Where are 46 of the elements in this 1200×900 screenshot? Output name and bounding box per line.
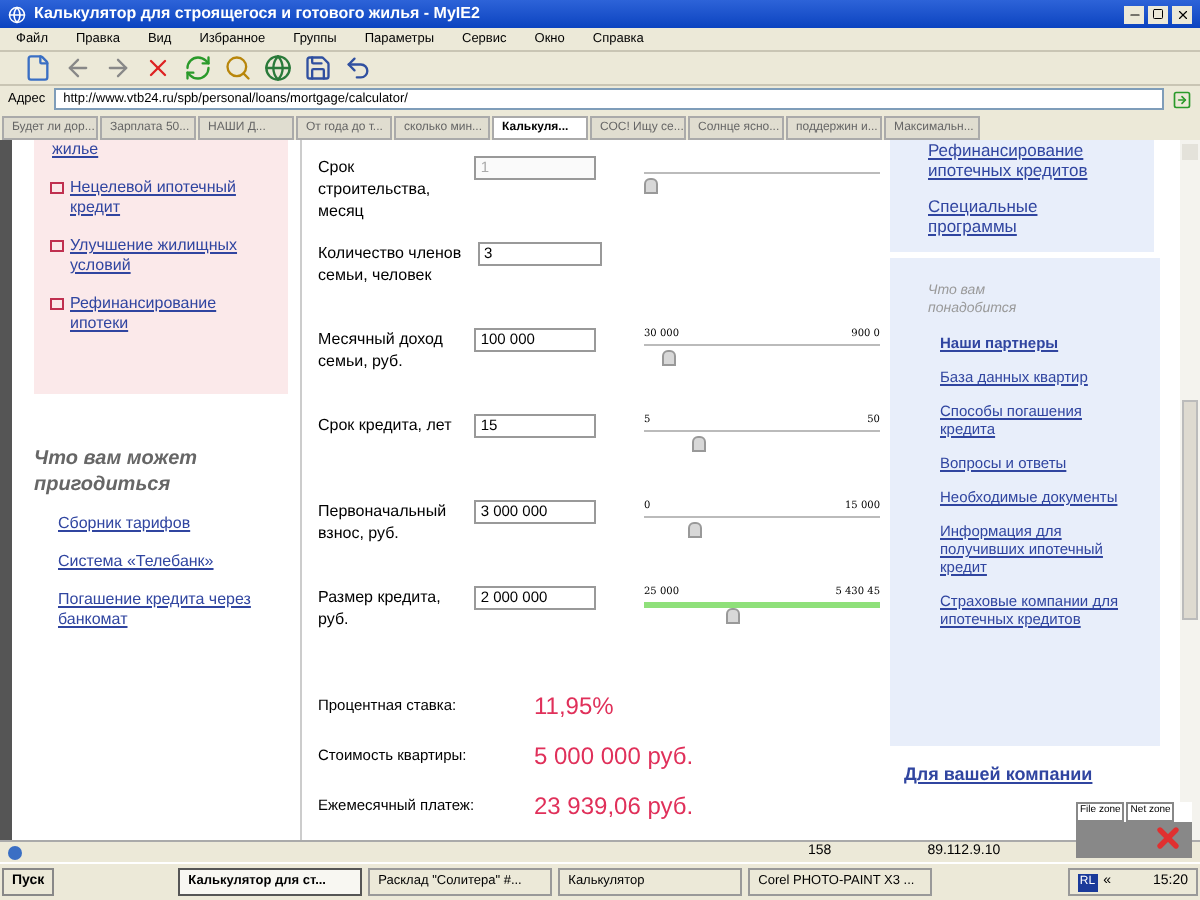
nav-link[interactable]: жилье [52, 140, 99, 160]
go-icon[interactable] [1172, 89, 1192, 109]
window-title: Калькулятор для строящегося и готового жилья - MyIE2 [34, 2, 480, 26]
minimize-button[interactable] [1124, 5, 1144, 23]
save-icon[interactable] [304, 54, 332, 82]
result-value: 5 000 000 руб. [534, 740, 694, 774]
search-icon[interactable] [224, 54, 252, 82]
result-value: 23 939,06 руб. [534, 790, 694, 824]
slider-thumb[interactable] [726, 608, 741, 624]
field-label: Месячный доход семьи, руб. [318, 328, 445, 372]
nav-link[interactable]: Рефинансирование ипотеки [70, 294, 260, 334]
field-label: Срок кредита, лет [318, 414, 454, 436]
company-link[interactable]: Для вашей компании [904, 762, 1160, 789]
app-icon [8, 5, 26, 23]
undo-icon[interactable] [344, 54, 372, 82]
scrollbar[interactable] [1180, 140, 1200, 840]
maximize-icon [1152, 8, 1164, 20]
forward-icon[interactable] [104, 54, 132, 82]
window-icon [50, 182, 64, 194]
useful-link[interactable]: Погашение кредита через банкомат [58, 590, 288, 630]
slider-thumb[interactable] [692, 436, 707, 452]
field-label: Первоначальный взнос, руб. [318, 500, 449, 544]
result-value: 11,95% [534, 690, 614, 724]
field-label: Размер кредита, руб. [318, 586, 443, 630]
stop-icon[interactable] [144, 54, 172, 82]
field-label: Срок строительства, месяц [318, 156, 433, 222]
slider-thumb[interactable] [688, 522, 703, 538]
close-icon [1175, 7, 1189, 21]
nav-link[interactable]: Рефинансирование ипотечных кредитов [928, 140, 1116, 180]
nav-link[interactable]: Специальные программы [928, 196, 1116, 236]
field-label: Количество членов семьи, человек [318, 242, 464, 286]
close-button[interactable] [1172, 5, 1192, 23]
globe-icon[interactable] [264, 54, 292, 82]
window-icon [50, 240, 64, 252]
useful-link[interactable]: Сборник тарифов [58, 514, 288, 534]
nav-link[interactable]: Нецелевой ипотечный кредит [70, 178, 260, 218]
page-status-icon [8, 845, 22, 859]
new-page-icon[interactable] [24, 54, 52, 82]
refresh-icon[interactable] [184, 54, 212, 82]
nav-link[interactable]: Улучшение жилищных условий [70, 236, 260, 276]
slider-thumb[interactable] [661, 350, 676, 366]
window-icon [50, 298, 64, 310]
maximize-button[interactable] [1148, 5, 1168, 23]
back-icon[interactable] [64, 54, 92, 82]
section-heading: Что вам может пригодиться [34, 446, 200, 498]
useful-link[interactable]: Система «Телебанк» [58, 552, 288, 572]
